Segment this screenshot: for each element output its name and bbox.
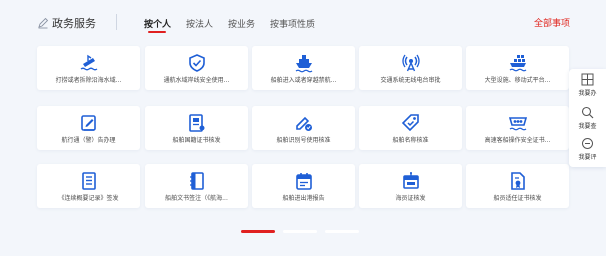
service-card[interactable]: 大型设施、移动式平台... xyxy=(466,46,569,90)
service-card[interactable]: 船舶进出港报告 xyxy=(252,164,355,208)
service-card[interactable]: 船员适任证书核发 xyxy=(466,164,569,208)
service-card-label: 船舶文书签注（《航海... xyxy=(165,195,228,202)
side-item-label: 我要评 xyxy=(578,154,597,161)
service-card-label: 船员适任证书核发 xyxy=(493,195,542,202)
side-item-query[interactable]: 我要查 xyxy=(569,104,606,136)
certificate-icon xyxy=(188,114,204,132)
book-icon xyxy=(189,172,204,190)
service-card[interactable]: 船舶国籍证书核发 xyxy=(145,106,248,150)
cargo-ship-icon xyxy=(509,55,526,72)
side-item-label: 我要办 xyxy=(578,90,597,97)
tab-by-matter-type[interactable]: 按事项性质 xyxy=(270,17,315,30)
service-card[interactable]: 海员证核发 xyxy=(359,164,462,208)
service-card-label: 航行通（警）告办理 xyxy=(61,137,116,144)
tab-by-legal-person[interactable]: 按法人 xyxy=(186,17,213,30)
side-quick-menu: 我要办 我要查 我要评 xyxy=(569,69,606,167)
service-card-label: 交通系统无线电台审批 xyxy=(380,77,441,84)
service-card[interactable]: 打捞或者拆除沿海水域... xyxy=(37,46,140,90)
service-card-label: 船舶进入或者穿越禁航... xyxy=(270,77,337,84)
pager-dot-1[interactable] xyxy=(241,230,275,233)
service-card-label: 通航水域岸线安全使用... xyxy=(163,77,230,84)
radio-tower-icon xyxy=(401,54,420,72)
service-card[interactable]: 交通系统无线电台审批 xyxy=(359,46,462,90)
pen-icon xyxy=(38,17,49,29)
id-card-icon xyxy=(402,172,419,189)
side-item-handle[interactable]: 我要办 xyxy=(569,71,606,103)
service-card-label: 船舶国籍证书核发 xyxy=(172,137,221,144)
name-tag-icon xyxy=(401,114,419,132)
all-matters-link[interactable]: 全部事项 xyxy=(534,16,570,29)
service-header: 政务服务 按个人 按法人 按业务 按事项性质 全部事项 xyxy=(0,0,606,40)
service-card[interactable]: 船舶进入或者穿越禁航... xyxy=(252,46,355,90)
record-doc-icon xyxy=(81,172,96,190)
page-title: 政务服务 xyxy=(52,17,96,30)
qualification-doc-icon xyxy=(510,172,525,190)
pager-dot-3[interactable] xyxy=(325,230,359,233)
side-item-label: 我要查 xyxy=(578,123,597,130)
service-card[interactable]: 《连续概要记录》签发 xyxy=(37,164,140,208)
service-card[interactable]: 船舶文书签注（《航海... xyxy=(145,164,248,208)
sinking-ship-icon xyxy=(80,54,97,71)
service-card-label: 打捞或者拆除沿海水域... xyxy=(55,77,122,84)
side-item-evaluate[interactable]: 我要评 xyxy=(569,135,606,167)
shield-check-icon xyxy=(188,54,205,72)
tab-by-individual[interactable]: 按个人 xyxy=(144,17,171,30)
service-card[interactable]: 航行通（警）告办理 xyxy=(37,106,140,150)
speedboat-icon xyxy=(508,117,527,131)
search-icon xyxy=(581,106,594,119)
service-card[interactable]: 通航水域岸线安全使用... xyxy=(145,46,248,90)
service-card[interactable]: 高速客船操作安全证书... xyxy=(466,106,569,150)
service-card-label: 《连续概要记录》签发 xyxy=(58,195,119,202)
service-card-label: 船舶名称核准 xyxy=(392,137,429,144)
calendar-report-icon xyxy=(295,173,312,190)
service-card[interactable]: 船舶识别号使用核准 xyxy=(252,106,355,150)
active-tab-indicator xyxy=(148,31,166,33)
header-divider xyxy=(116,14,117,30)
service-card-label: 大型设施、移动式平台... xyxy=(484,77,551,84)
service-card-label: 船舶识别号使用核准 xyxy=(276,137,331,144)
service-card-label: 海员证核发 xyxy=(395,195,426,202)
comment-icon xyxy=(582,138,593,149)
pager-dot-2[interactable] xyxy=(283,230,317,233)
tab-by-business[interactable]: 按业务 xyxy=(228,17,255,30)
grid-panel-icon xyxy=(581,73,594,86)
service-card[interactable]: 船舶名称核准 xyxy=(359,106,462,150)
service-card-label: 高速客船操作安全证书... xyxy=(484,137,551,144)
service-card-label: 船舶进出港报告 xyxy=(282,195,325,202)
ship-icon xyxy=(295,55,312,73)
approval-pen-icon xyxy=(295,116,312,131)
notice-edit-icon xyxy=(80,115,96,131)
